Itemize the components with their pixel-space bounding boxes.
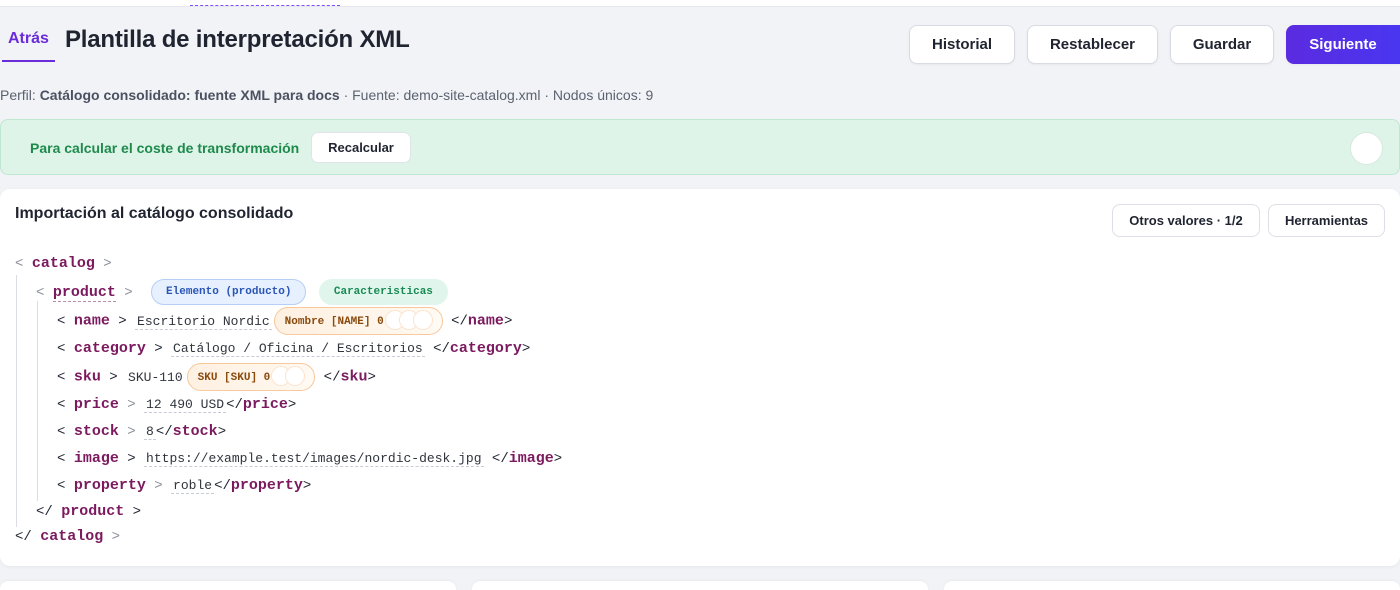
xml-field-property[interactable]: < property > roble </property> [57, 475, 311, 497]
xml-tag-name: category [73, 340, 146, 357]
xml-field-category[interactable]: < category > Catálogo / Oficina / Escrit… [57, 338, 530, 360]
source-info: · Fuente: demo-site-catalog.xml · Nodos … [339, 87, 654, 103]
xml-root-open[interactable]: < catalog > [15, 253, 112, 275]
field-value: 12 490 USD [144, 397, 227, 413]
bottom-panel [472, 581, 928, 590]
recalculate-button[interactable]: Recalcular [311, 132, 411, 163]
xml-tag-name: image [508, 450, 554, 467]
mapping-avatars [272, 364, 305, 390]
field-value: Catálogo / Oficina / Escritorios [171, 341, 425, 357]
bottom-panel [944, 581, 1400, 590]
xml-tag-name: price [242, 396, 288, 413]
xml-tag-name: stock [73, 423, 119, 440]
profile-meta: Perfil: Catálogo consolidado: fuente XML… [0, 87, 653, 103]
field-value: roble [171, 478, 215, 494]
features-badge[interactable]: Caracteristicas [318, 279, 448, 306]
xml-tag-name: property [73, 477, 146, 494]
xml-field-sku[interactable]: < sku > SKU-110 SKU [SKU] 0 </sku> [57, 363, 376, 391]
xml-tag-name: category [449, 340, 522, 357]
history-button[interactable]: Historial [909, 25, 1015, 64]
mapping-avatars [385, 308, 432, 334]
xml-tag-name: catalog [31, 255, 95, 272]
xml-tag-name: image [73, 450, 119, 467]
save-button[interactable]: Guardar [1170, 25, 1274, 64]
xml-root-close[interactable]: </ catalog > [15, 526, 120, 548]
page-title: Plantilla de interpretación XML [65, 26, 410, 53]
field-value: Escritorio Nordic [135, 313, 272, 330]
alert-text: Para calcular el coste de transformación [30, 140, 300, 156]
avatar [286, 367, 305, 386]
xml-tag-name: product [61, 503, 125, 520]
top-bar [0, 0, 1400, 7]
tab-indicator [190, 5, 340, 6]
mapping-label: SKU [SKU] 0 [197, 371, 271, 384]
field-value: https://example.test/images/nordic-desk.… [144, 451, 484, 467]
profile-label: Perfil: [0, 87, 40, 103]
xml-tag-name: catalog [40, 528, 104, 545]
mapping-label: Nombre [NAME] 0 [284, 315, 384, 328]
xml-template-card: Importación al catálogo consolidado Otro… [0, 189, 1400, 566]
xml-field-stock[interactable]: < stock > 8 </stock> [57, 421, 226, 443]
profile-value: Catálogo consolidado: fuente XML para do… [39, 87, 340, 103]
xml-tag-name: property [230, 477, 303, 494]
alert-toggle[interactable] [1350, 132, 1383, 165]
xml-item-open[interactable]: < product > Elemento (producto) Caracter… [36, 279, 448, 307]
xml-field-name[interactable]: < name > Escritorio Nordic Nombre [NAME] … [57, 307, 512, 335]
xml-tag-name: stock [172, 423, 218, 440]
xml-item-close[interactable]: </ product > [36, 501, 141, 523]
mapping-badge[interactable]: SKU [SKU] 0 [186, 363, 316, 391]
xml-tag-name: sku [73, 368, 101, 386]
back-tab[interactable]: Atrás [2, 28, 55, 62]
cost-alert: Para calcular el coste de transformación… [0, 119, 1400, 175]
field-value: SKU-110 [128, 369, 183, 385]
xml-tree: < catalog > < product > Elemento (produc… [0, 189, 1400, 566]
item-element-badge[interactable]: Elemento (producto) [151, 279, 307, 306]
xml-field-image[interactable]: < image > https://example.test/images/no… [57, 448, 562, 470]
xml-field-price[interactable]: < price > 12 490 USD </price> [57, 394, 296, 416]
mapping-badge[interactable]: Nombre [NAME] 0 [273, 307, 443, 335]
avatar [413, 311, 432, 330]
tree-guide-root [16, 275, 17, 527]
xml-tag-name: sku [340, 368, 368, 386]
xml-tag-name: name [467, 312, 504, 330]
bottom-panel [0, 581, 456, 590]
xml-tag-name: name [73, 312, 110, 330]
tree-guide-product [37, 301, 38, 501]
next-button[interactable]: Siguiente [1286, 25, 1400, 64]
field-value: 8 [144, 424, 156, 440]
xml-tag-name: price [73, 396, 119, 413]
reset-button[interactable]: Restablecer [1027, 25, 1158, 64]
xml-tag-name: product [52, 284, 116, 302]
